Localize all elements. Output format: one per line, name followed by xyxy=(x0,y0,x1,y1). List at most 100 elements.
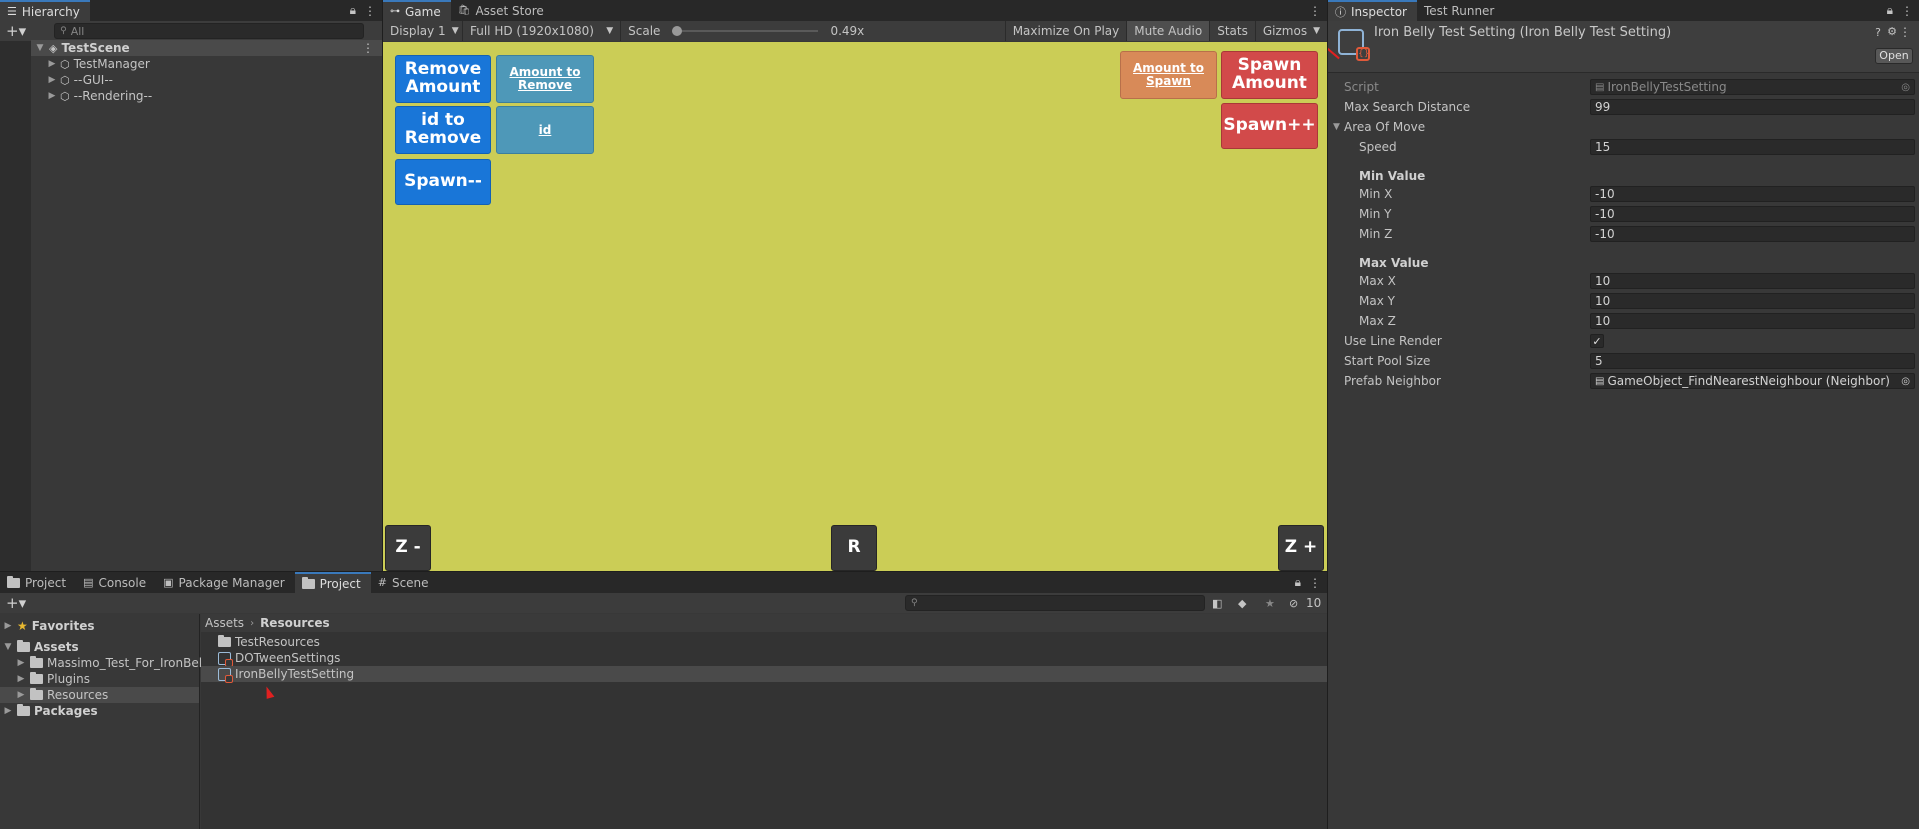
sidebar-favorites[interactable]: ▶ ★ Favorites xyxy=(0,618,95,634)
more-menu-icon[interactable]: ⋮ xyxy=(364,4,376,18)
expand-caret-icon[interactable]: ▼ xyxy=(35,43,45,53)
more-menu-icon[interactable]: ⋮ xyxy=(1901,4,1913,18)
use-line-render-checkbox[interactable]: ✓ xyxy=(1590,334,1604,348)
resolution-dropdown[interactable]: Full HD (1920x1080) ▼ xyxy=(463,21,622,41)
max-x-input[interactable]: 10 xyxy=(1590,273,1915,289)
tab-project-2[interactable]: Project xyxy=(294,572,371,593)
hidden-packages-icon[interactable]: ⊘ xyxy=(1289,597,1298,610)
expand-caret-icon[interactable]: ▶ xyxy=(47,59,57,69)
more-menu-icon[interactable]: ⋮ xyxy=(362,41,374,55)
expand-caret-icon[interactable]: ▶ xyxy=(47,91,57,101)
sidebar-plugins-folder[interactable]: ▶ Plugins xyxy=(16,671,90,687)
hierarchy-search-input[interactable]: ⚲ All xyxy=(54,23,365,39)
mute-audio-toggle[interactable]: Mute Audio xyxy=(1127,21,1211,41)
min-x-input[interactable]: -10 xyxy=(1590,186,1915,202)
speed-input[interactable]: 15 xyxy=(1590,139,1915,155)
tab-game[interactable]: ⊶ Game xyxy=(383,0,451,21)
spawn-plus-button[interactable]: Spawn++ xyxy=(1221,103,1318,149)
favorite-star-icon[interactable]: ★ xyxy=(1265,597,1275,610)
dropdown-arrow-icon: ▼ xyxy=(1313,26,1320,36)
zoom-out-button[interactable]: Z - xyxy=(385,525,431,571)
expand-caret-icon[interactable]: ▼ xyxy=(3,642,13,652)
gizmos-dropdown[interactable]: Gizmos ▼ xyxy=(1256,21,1327,41)
help-icon[interactable]: ? xyxy=(1875,26,1881,39)
zoom-in-button[interactable]: Z + xyxy=(1278,525,1324,571)
prefab-neighbor-field[interactable]: ▤ GameObject_FindNearestNeighbour (Neigh… xyxy=(1590,373,1915,389)
tree-item-gui[interactable]: ▶ ⬡ --GUI-- xyxy=(31,72,382,88)
file-testresources[interactable]: TestResources xyxy=(218,634,320,650)
file-ironbellytestsetting[interactable]: IronBellyTestSetting xyxy=(201,666,1327,683)
scale-slider[interactable] xyxy=(672,26,819,36)
tab-test-runner[interactable]: Test Runner xyxy=(1417,0,1504,21)
lock-icon[interactable]: 🔒︎ xyxy=(1887,3,1893,18)
add-button[interactable]: +▾ xyxy=(6,594,26,612)
tab-inspector[interactable]: ⓘ Inspector xyxy=(1328,0,1417,21)
reset-button[interactable]: R xyxy=(831,525,877,571)
script-file-icon: ▤ xyxy=(1595,81,1605,93)
spawn-amount-button[interactable]: Spawn Amount xyxy=(1221,51,1318,99)
more-menu-icon[interactable]: ⋮ xyxy=(1899,25,1911,39)
tree-item-testmanager[interactable]: ▶ ⬡ TestManager xyxy=(31,56,382,72)
filter-by-label-icon[interactable]: ◆ xyxy=(1238,597,1246,610)
tab-label: Asset Store xyxy=(475,3,544,18)
file-dotweensettings[interactable]: DOTweenSettings xyxy=(218,650,340,667)
tab-project-1[interactable]: Project xyxy=(0,572,76,593)
lock-icon[interactable]: 🔒︎ xyxy=(1295,575,1301,590)
sidebar-massimo-folder[interactable]: ▶ Massimo_Test_For_IronBell xyxy=(16,655,205,671)
min-z-input[interactable]: -10 xyxy=(1590,226,1915,242)
breadcrumb-assets[interactable]: Assets xyxy=(205,616,244,630)
open-button[interactable]: Open xyxy=(1875,48,1913,64)
expand-caret-icon[interactable]: ▶ xyxy=(3,621,13,631)
tab-console[interactable]: ▤ Console xyxy=(76,572,156,593)
inspector-header: {} Iron Belly Test Setting (Iron Belly T… xyxy=(1328,21,1919,73)
object-picker-icon[interactable]: ◎ xyxy=(1901,376,1910,387)
expand-caret-icon[interactable]: ▶ xyxy=(16,674,26,684)
tab-scene[interactable]: # Scene xyxy=(371,572,439,593)
tab-label: Project xyxy=(319,576,361,591)
tab-package-manager[interactable]: ▣ Package Manager xyxy=(156,572,295,593)
max-z-input[interactable]: 10 xyxy=(1590,313,1915,329)
expand-caret-icon[interactable]: ▶ xyxy=(47,75,57,85)
display-dropdown[interactable]: Display 1 ▼ xyxy=(383,21,463,41)
settings-icon[interactable]: ⚙ xyxy=(1887,25,1897,38)
max-search-distance-input[interactable]: 99 xyxy=(1590,99,1915,115)
more-menu-icon[interactable]: ⋮ xyxy=(1309,4,1321,18)
add-button[interactable]: +▾ xyxy=(6,22,26,40)
expand-caret-icon[interactable]: ▶ xyxy=(3,706,13,716)
game-view[interactable]: Remove Amount Amount to Remove id to Rem… xyxy=(383,42,1327,571)
tree-item-testscene[interactable]: ▼ ◈ TestScene ⋮ xyxy=(31,40,382,56)
foldout-caret-icon[interactable]: ▼ xyxy=(1333,122,1340,132)
tab-hierarchy[interactable]: ☰ Hierarchy xyxy=(0,0,90,21)
field-value: -10 xyxy=(1595,207,1615,221)
spawn-minus-button[interactable]: Spawn-- xyxy=(395,159,491,205)
tab-label: Test Runner xyxy=(1423,3,1495,18)
start-pool-size-input[interactable]: 5 xyxy=(1590,353,1915,369)
sidebar-assets[interactable]: ▼ Assets xyxy=(0,639,79,655)
breadcrumb-resources[interactable]: Resources xyxy=(260,616,330,630)
sidebar-resources-folder[interactable]: ▶ Resources xyxy=(0,687,199,703)
max-y-input[interactable]: 10 xyxy=(1590,293,1915,309)
maximize-on-play-toggle[interactable]: Maximize On Play xyxy=(1004,21,1128,41)
min-y-input[interactable]: -10 xyxy=(1590,206,1915,222)
amount-to-spawn-field[interactable]: Amount to Spawn xyxy=(1120,51,1217,99)
tab-asset-store[interactable]: 🛍︎ Asset Store xyxy=(451,0,554,21)
amount-to-remove-field[interactable]: Amount to Remove xyxy=(496,55,594,103)
sidebar-packages[interactable]: ▶ Packages xyxy=(0,703,98,719)
id-to-remove-button[interactable]: id to Remove xyxy=(395,106,491,154)
inspector-row-area-of-move[interactable]: ▼ Area Of Move xyxy=(1328,118,1919,136)
remove-amount-button[interactable]: Remove Amount xyxy=(395,55,491,103)
tree-item-label: --GUI-- xyxy=(73,73,113,87)
field-value: 10 xyxy=(1595,294,1611,308)
expand-caret-icon[interactable]: ▶ xyxy=(16,690,26,700)
filter-by-type-icon[interactable]: ◧ xyxy=(1212,597,1222,610)
id-field[interactable]: id xyxy=(496,106,594,154)
inspector-row-max-y: Max Y 10 xyxy=(1328,292,1919,310)
expand-caret-icon[interactable]: ▶ xyxy=(16,658,26,668)
lock-icon[interactable]: 🔒︎ xyxy=(350,3,356,18)
tree-item-rendering[interactable]: ▶ ⬡ --Rendering-- xyxy=(31,88,382,104)
stats-toggle[interactable]: Stats xyxy=(1210,21,1256,41)
project-search-input[interactable]: ⚲ xyxy=(905,595,1205,611)
scale-slider-handle[interactable] xyxy=(672,26,683,36)
object-picker-icon[interactable]: ◎ xyxy=(1901,82,1910,93)
more-menu-icon[interactable]: ⋮ xyxy=(1309,576,1321,590)
